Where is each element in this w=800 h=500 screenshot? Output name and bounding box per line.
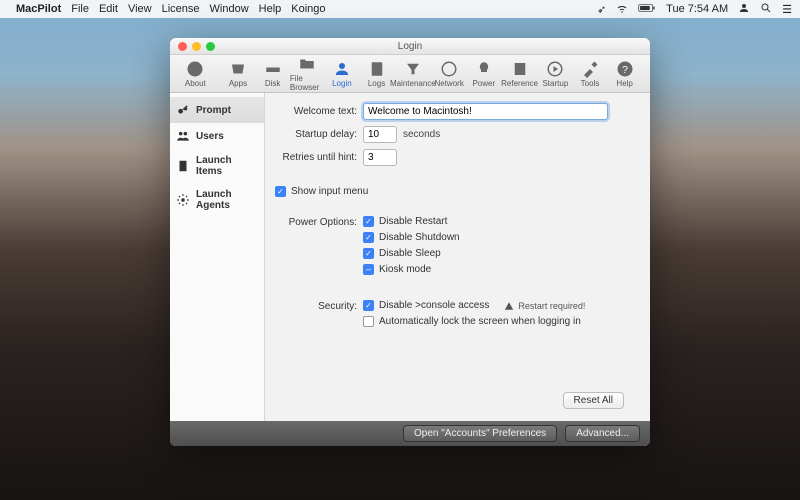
app-menu[interactable]: MacPilot bbox=[16, 3, 61, 15]
location-icon[interactable]: ➶ bbox=[597, 3, 606, 16]
toolbar-logs[interactable]: Logs bbox=[359, 60, 394, 88]
toolbar-reference[interactable]: Reference bbox=[501, 60, 538, 88]
svg-text:?: ? bbox=[622, 63, 628, 75]
help-icon: ? bbox=[616, 60, 634, 78]
security-label: Security: bbox=[275, 300, 363, 312]
gear-icon bbox=[176, 193, 190, 207]
sidebar-item-launchitems[interactable]: Launch Items bbox=[170, 149, 264, 183]
titlebar: Login bbox=[170, 38, 650, 55]
sidebar-item-prompt[interactable]: Prompt bbox=[170, 97, 264, 123]
toolbar-about[interactable]: About bbox=[178, 60, 213, 88]
menubar: MacPilot File Edit View License Window H… bbox=[0, 0, 800, 18]
toolbar-startup[interactable]: Startup bbox=[538, 60, 573, 88]
app-window: Login About Apps Disk File Browser Login… bbox=[170, 38, 650, 446]
menu-help[interactable]: Help bbox=[259, 3, 282, 15]
toolbar-maintenance[interactable]: Maintenance bbox=[394, 60, 432, 88]
toolbar-network[interactable]: Network bbox=[432, 60, 467, 88]
tools-icon bbox=[581, 60, 599, 78]
menu-edit[interactable]: Edit bbox=[99, 3, 118, 15]
disable-sleep-checkbox[interactable] bbox=[363, 248, 374, 259]
battery-icon[interactable] bbox=[638, 3, 656, 16]
window-title: Login bbox=[170, 41, 650, 52]
user-icon bbox=[333, 60, 351, 78]
sidebar-item-launchagents[interactable]: Launch Agents bbox=[170, 183, 264, 217]
menu-koingo[interactable]: Koingo bbox=[291, 3, 325, 15]
disable-shutdown-label: Disable Shutdown bbox=[379, 232, 460, 243]
autolock-checkbox[interactable] bbox=[363, 316, 374, 327]
retries-input[interactable] bbox=[363, 149, 397, 166]
startup-delay-input[interactable] bbox=[363, 126, 397, 143]
kiosk-mode-checkbox[interactable] bbox=[363, 264, 374, 275]
menu-extras-icon[interactable]: ☰ bbox=[782, 3, 792, 16]
show-input-menu-checkbox[interactable] bbox=[275, 186, 286, 197]
startup-delay-unit: seconds bbox=[403, 129, 440, 140]
globe-icon bbox=[440, 60, 458, 78]
toolbar-help[interactable]: ?Help bbox=[607, 60, 642, 88]
startup-delay-label: Startup delay: bbox=[275, 129, 363, 140]
reset-all-button[interactable]: Reset All bbox=[563, 392, 624, 409]
advanced-button[interactable]: Advanced... bbox=[565, 425, 640, 442]
menu-window[interactable]: Window bbox=[210, 3, 249, 15]
menubar-clock[interactable]: Tue 7:54 AM bbox=[666, 3, 728, 15]
restart-required-warning: Restart required! bbox=[504, 301, 585, 311]
user-icon[interactable] bbox=[738, 2, 750, 17]
folder-icon bbox=[298, 55, 316, 73]
disable-restart-checkbox[interactable] bbox=[363, 216, 374, 227]
kiosk-mode-label: Kiosk mode bbox=[379, 264, 431, 275]
logs-icon bbox=[368, 60, 386, 78]
toolbar: About Apps Disk File Browser Login Logs … bbox=[170, 55, 650, 93]
sidebar: Prompt Users Launch Items Launch Agents bbox=[170, 93, 265, 421]
show-input-menu-label: Show input menu bbox=[291, 186, 368, 197]
disable-restart-label: Disable Restart bbox=[379, 216, 447, 227]
toolbar-filebrowser[interactable]: File Browser bbox=[290, 55, 325, 92]
toolbar-apps[interactable]: Apps bbox=[221, 60, 256, 88]
document-icon bbox=[176, 159, 190, 173]
disable-console-checkbox[interactable] bbox=[363, 300, 374, 311]
toolbar-login[interactable]: Login bbox=[325, 60, 360, 88]
disable-console-label: Disable >console access bbox=[379, 300, 489, 311]
info-icon bbox=[186, 60, 204, 78]
sidebar-item-users[interactable]: Users bbox=[170, 123, 264, 149]
disk-icon bbox=[264, 60, 282, 78]
retries-label: Retries until hint: bbox=[275, 152, 363, 163]
wifi-icon[interactable] bbox=[616, 2, 628, 17]
menu-license[interactable]: License bbox=[162, 3, 200, 15]
power-options-label: Power Options: bbox=[275, 216, 363, 228]
play-icon bbox=[546, 60, 564, 78]
disable-sleep-label: Disable Sleep bbox=[379, 248, 441, 259]
spotlight-icon[interactable] bbox=[760, 2, 772, 17]
welcome-text-input[interactable] bbox=[363, 103, 608, 120]
open-accounts-button[interactable]: Open "Accounts" Preferences bbox=[403, 425, 557, 442]
menu-view[interactable]: View bbox=[128, 3, 152, 15]
users-icon bbox=[176, 129, 190, 143]
content-pane: Welcome text: Startup delay: seconds Ret… bbox=[265, 93, 650, 421]
disable-shutdown-checkbox[interactable] bbox=[363, 232, 374, 243]
apps-icon bbox=[229, 60, 247, 78]
autolock-label: Automatically lock the screen when loggi… bbox=[379, 316, 581, 327]
toolbar-power[interactable]: Power bbox=[466, 60, 501, 88]
book-icon bbox=[511, 60, 529, 78]
funnel-icon bbox=[404, 60, 422, 78]
menu-file[interactable]: File bbox=[71, 3, 89, 15]
toolbar-tools[interactable]: Tools bbox=[573, 60, 608, 88]
window-footer: Open "Accounts" Preferences Advanced... bbox=[170, 421, 650, 446]
key-icon bbox=[176, 103, 190, 117]
bulb-icon bbox=[475, 60, 493, 78]
welcome-label: Welcome text: bbox=[275, 106, 363, 117]
toolbar-disk[interactable]: Disk bbox=[255, 60, 290, 88]
warning-icon bbox=[504, 301, 514, 311]
